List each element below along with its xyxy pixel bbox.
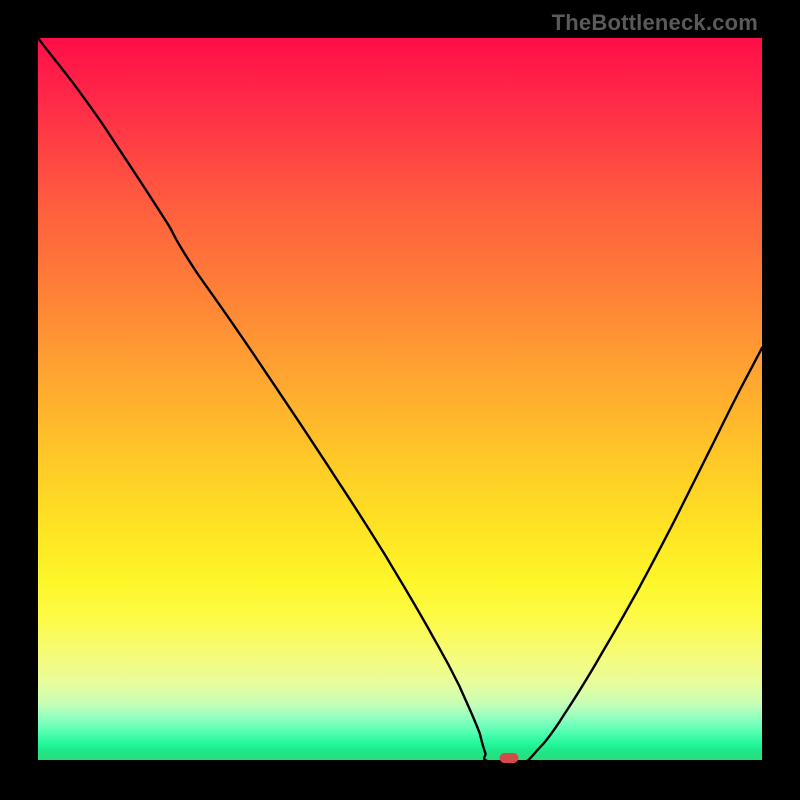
optimal-point-marker [499, 753, 518, 763]
chart-plot-area [38, 38, 762, 762]
attribution-text: TheBottleneck.com [552, 10, 758, 36]
x-axis-baseline [38, 760, 762, 762]
bottleneck-curve [38, 38, 762, 762]
